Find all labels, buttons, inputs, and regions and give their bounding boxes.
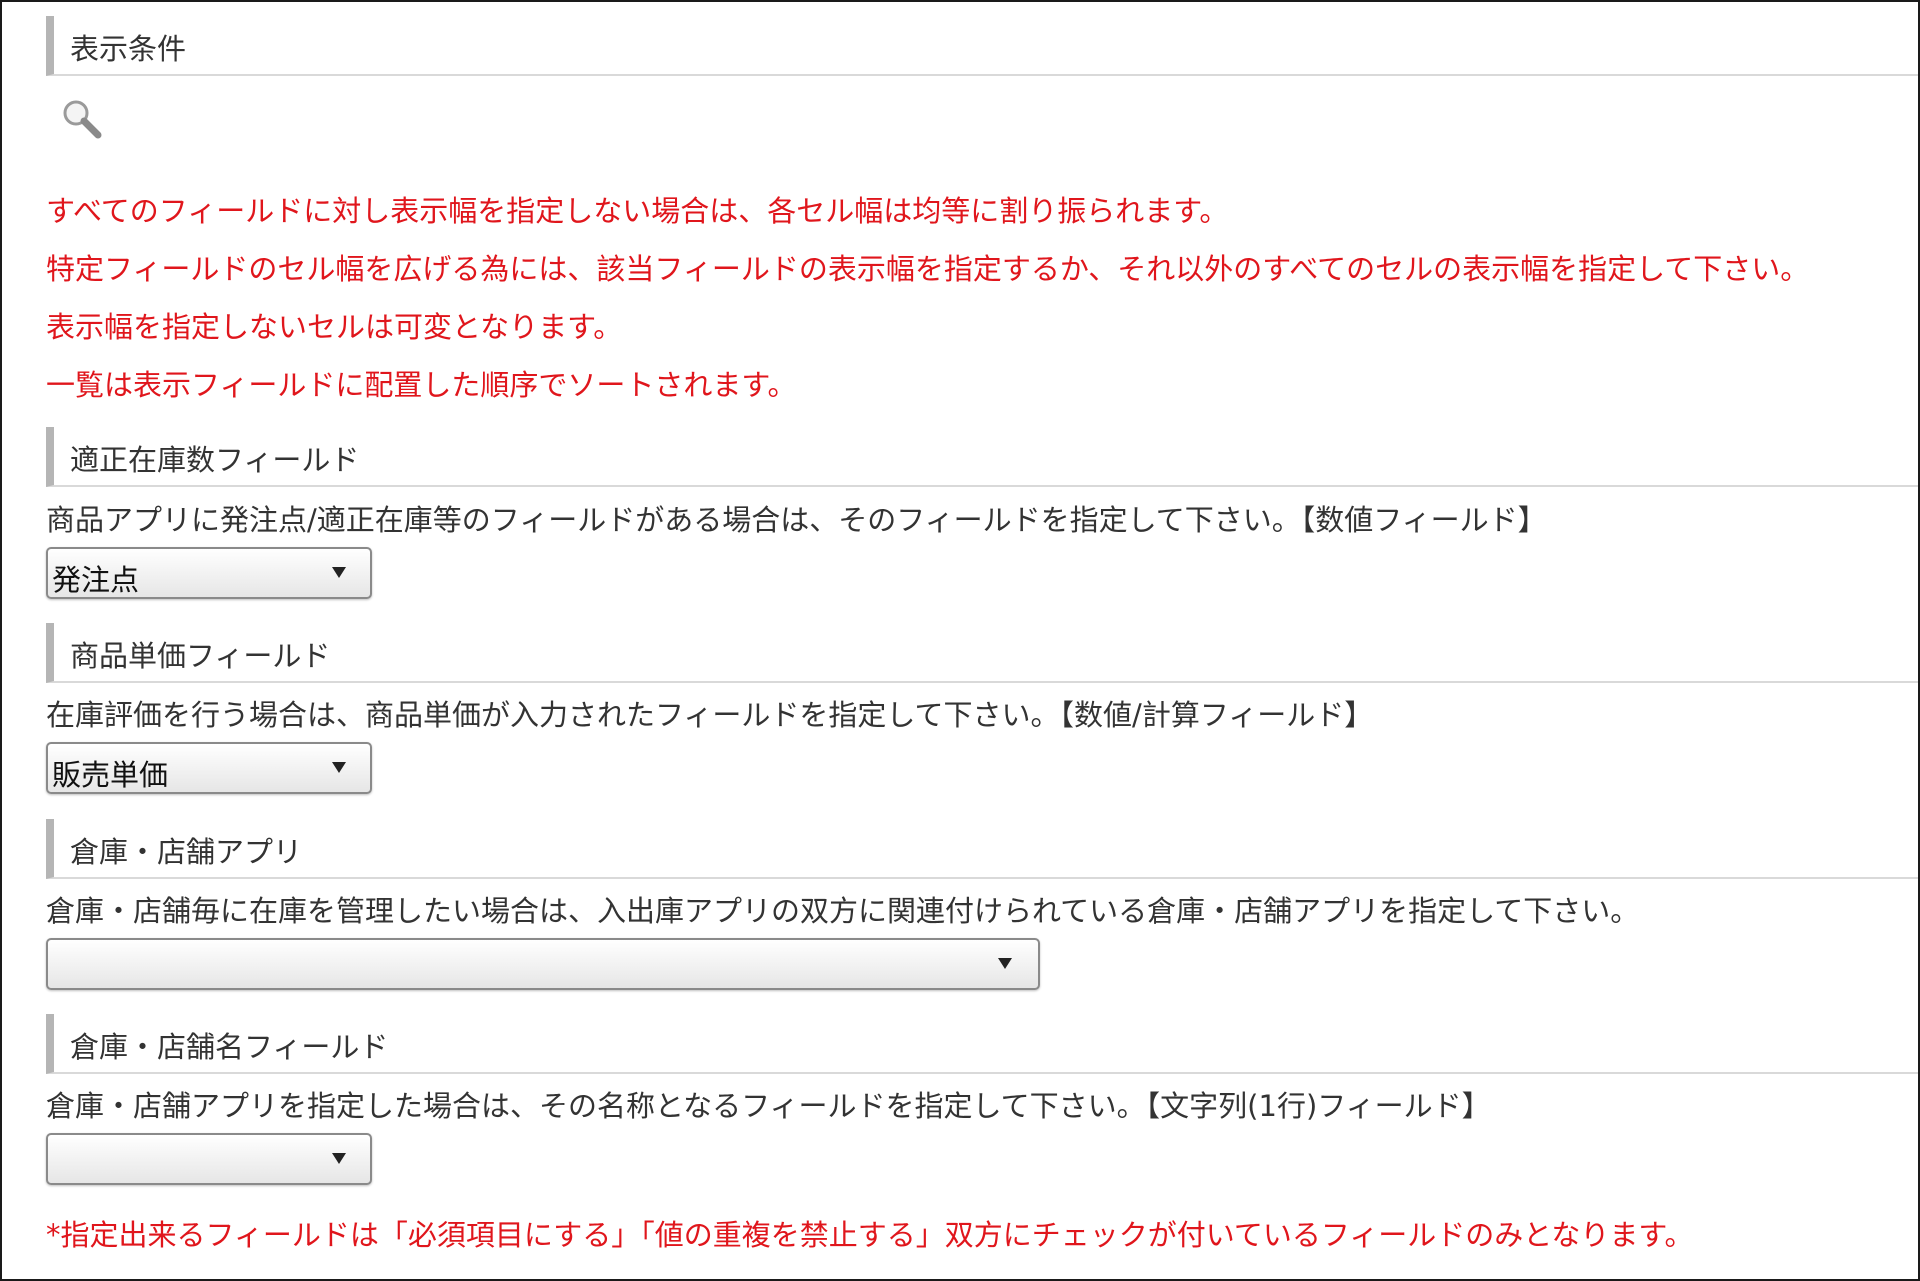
- warehouse-name-field-description: 倉庫・店舗アプリを指定した場合は、その名称となるフィールドを指定して下さい。【文…: [46, 1089, 1491, 1123]
- section-header-warehouse-app: 倉庫・店舗アプリ: [46, 819, 1918, 879]
- section-title: 倉庫・店舗名フィールド: [70, 1030, 389, 1064]
- section-header-warehouse-name-field: 倉庫・店舗名フィールド: [46, 1014, 1918, 1074]
- chevron-down-icon: [998, 958, 1012, 969]
- settings-panel: 表示条件 すべてのフィールドに対し表示幅を指定しない場合は、各セル幅は均等に割り…: [0, 0, 1920, 1281]
- warehouse-name-field-select[interactable]: [46, 1133, 372, 1185]
- select-value: 販売単価: [52, 758, 169, 792]
- section-header-stock-field: 適正在庫数フィールド: [46, 427, 1918, 487]
- section-header-price-field: 商品単価フィールド: [46, 623, 1918, 683]
- chevron-down-icon: [332, 567, 346, 578]
- section-title: 適正在庫数フィールド: [70, 443, 360, 477]
- chevron-down-icon: [332, 762, 346, 773]
- price-field-description: 在庫評価を行う場合は、商品単価が入力されたフィールドを指定して下さい。【数値/計…: [46, 698, 1374, 732]
- note-line-2: 特定フィールドのセル幅を広げる為には、該当フィールドの表示幅を指定するか、それ以…: [46, 252, 1810, 286]
- note-line-1: すべてのフィールドに対し表示幅を指定しない場合は、各セル幅は均等に割り振られます…: [46, 194, 1229, 228]
- note-line-4: 一覧は表示フィールドに配置した順序でソートされます。: [46, 368, 797, 402]
- warehouse-app-description: 倉庫・店舗毎に在庫を管理したい場合は、入出庫アプリの双方に関連付けられている倉庫…: [46, 894, 1640, 928]
- stock-field-select[interactable]: 発注点: [46, 547, 372, 599]
- section-title: 表示条件: [70, 32, 187, 66]
- note-line-3: 表示幅を指定しないセルは可変となります。: [46, 310, 623, 344]
- chevron-down-icon: [332, 1153, 346, 1164]
- stock-field-description: 商品アプリに発注点/適正在庫等のフィールドがある場合は、そのフィールドを指定して…: [46, 503, 1547, 537]
- search-icon[interactable]: [60, 98, 104, 142]
- price-field-select[interactable]: 販売単価: [46, 742, 372, 794]
- section-header-display-conditions: 表示条件: [46, 16, 1918, 76]
- section-title: 商品単価フィールド: [70, 639, 331, 673]
- warehouse-app-select[interactable]: [46, 938, 1040, 990]
- footer-note: *指定出来るフィールドは「必須項目にする」「値の重複を禁止する」双方にチェックが…: [46, 1218, 1694, 1252]
- select-value: 発注点: [52, 563, 140, 597]
- section-title: 倉庫・店舗アプリ: [70, 835, 303, 869]
